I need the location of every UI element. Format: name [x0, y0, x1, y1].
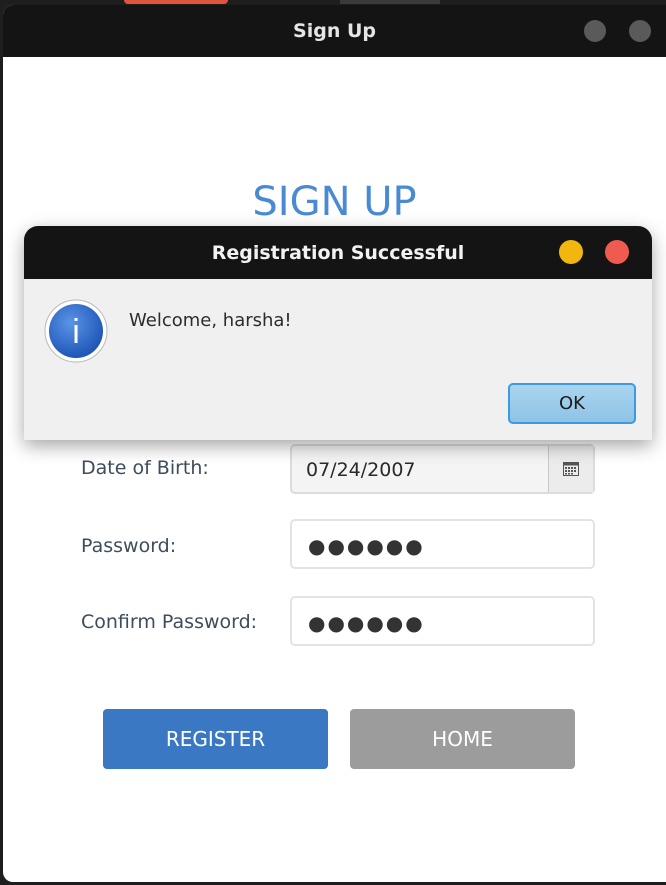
dob-label: Date of Birth:	[81, 457, 209, 479]
window-titlebar[interactable]: Sign Up	[3, 5, 666, 57]
password-value: ●●●●●●	[308, 534, 425, 558]
dob-value: 07/24/2007	[306, 459, 416, 481]
window-minimize-button[interactable]	[584, 20, 606, 42]
dialog-message: Welcome, harsha!	[129, 310, 292, 331]
info-icon: i	[44, 299, 108, 363]
dialog-title: Registration Successful	[211, 241, 465, 264]
confirm-password-field[interactable]: ●●●●●●	[290, 596, 595, 646]
desktop-background-tab	[124, 0, 228, 4]
signup-window: Sign Up SIGN UP Date of Birth: 07/24/200…	[3, 5, 666, 882]
desktop-background-strip	[340, 0, 440, 4]
info-icon-letter: i	[72, 313, 80, 351]
dialog-close-button[interactable]	[605, 240, 629, 264]
window-close-button[interactable]	[629, 20, 651, 42]
password-field[interactable]: ●●●●●●	[290, 519, 595, 569]
confirm-password-label: Confirm Password:	[81, 611, 258, 633]
calendar-icon	[563, 462, 579, 476]
home-button[interactable]: HOME	[350, 709, 575, 769]
ok-button[interactable]: OK	[508, 383, 636, 424]
dialog-minimize-button[interactable]	[559, 240, 583, 264]
date-picker-button[interactable]	[548, 446, 593, 492]
window-title: Sign Up	[293, 20, 376, 42]
register-button[interactable]: REGISTER	[103, 709, 328, 769]
dialog-titlebar[interactable]: Registration Successful	[24, 226, 652, 279]
password-label: Password:	[81, 535, 177, 557]
confirm-password-value: ●●●●●●	[308, 611, 425, 635]
registration-dialog: Registration Successful i Welcome, harsh…	[24, 226, 652, 440]
dob-field[interactable]: 07/24/2007	[290, 444, 595, 494]
page-title: SIGN UP	[252, 179, 417, 225]
